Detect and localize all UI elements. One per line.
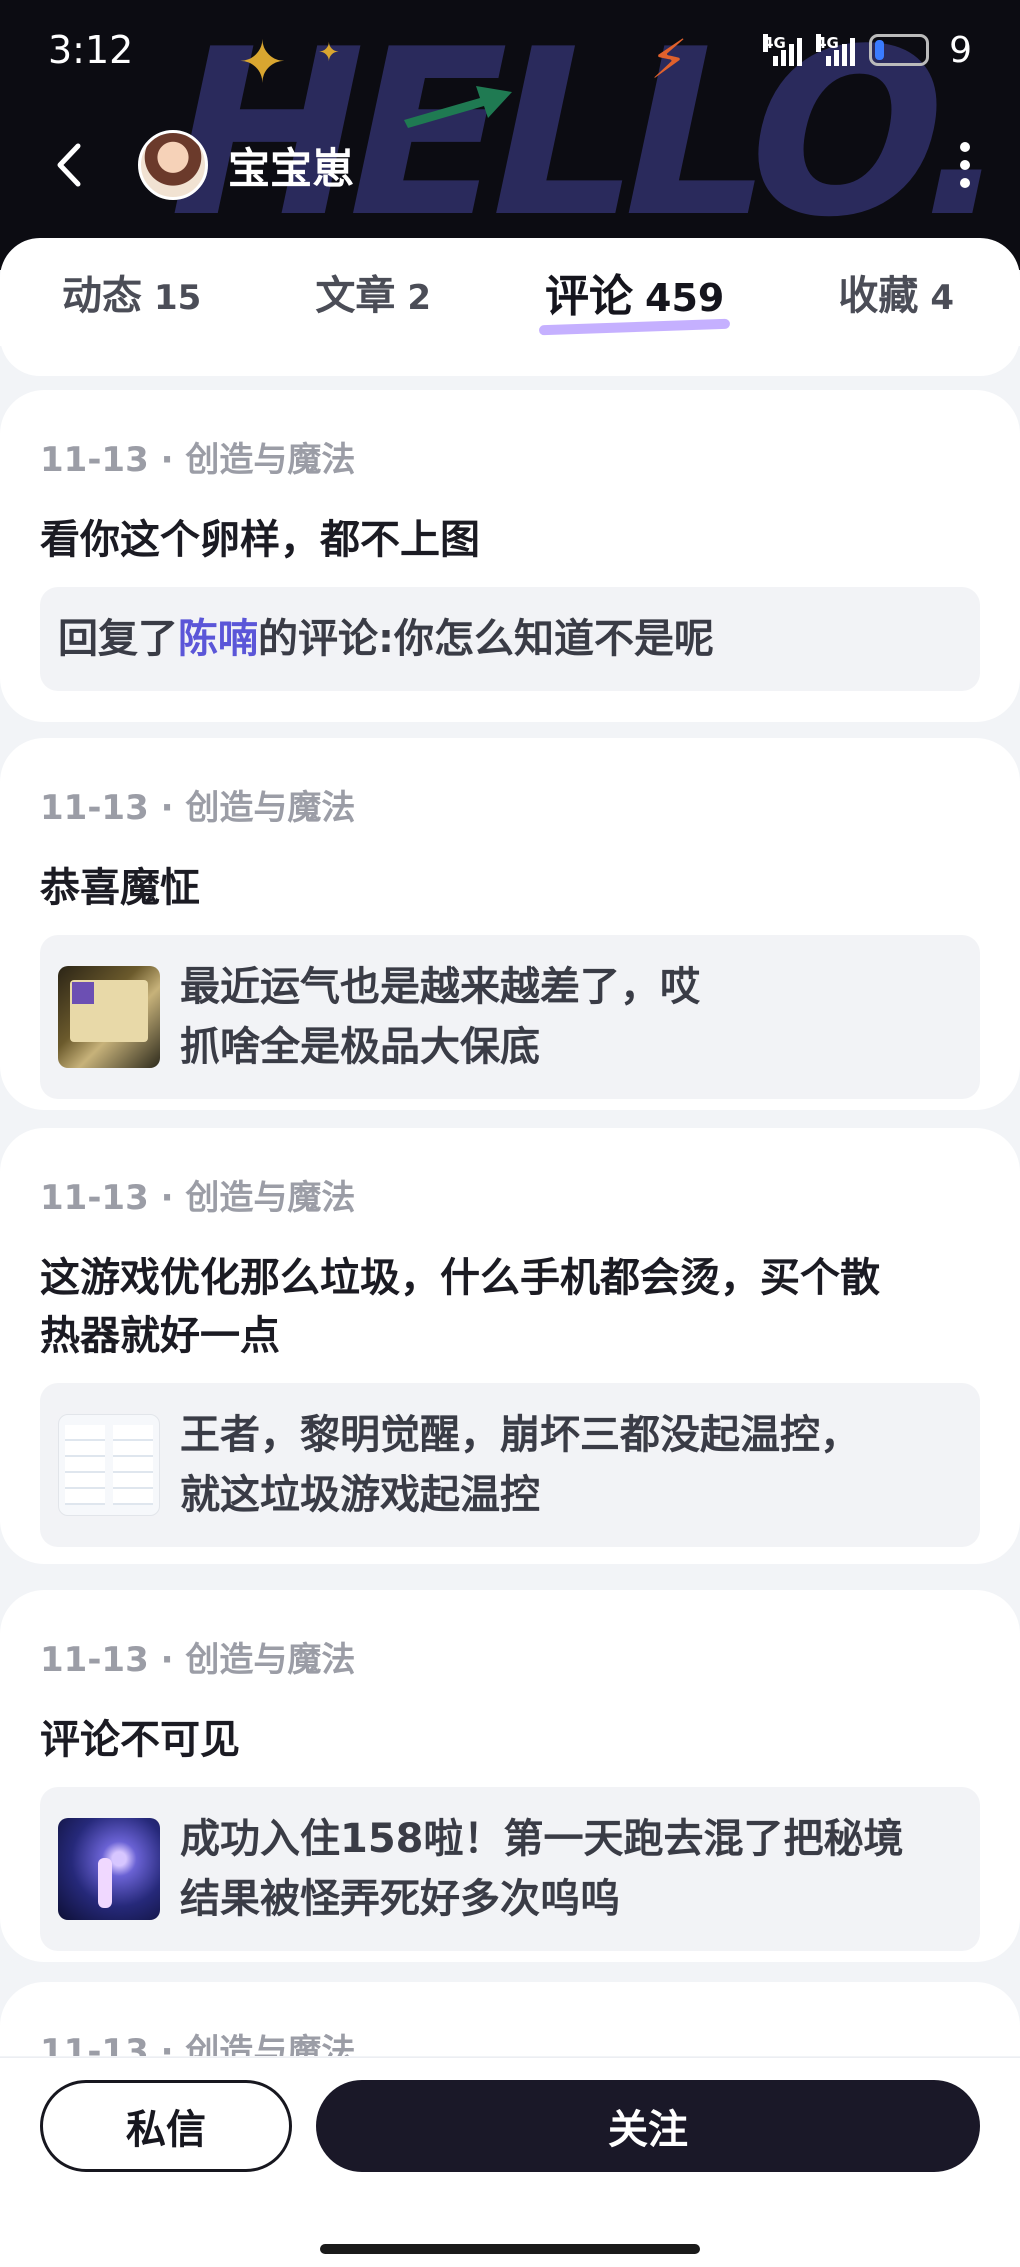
status-time: 3:12 (48, 28, 134, 72)
avatar[interactable] (138, 130, 208, 200)
comment-meta: 11-13 · 创造与魔法 (40, 788, 356, 828)
user-link[interactable]: 陈喃 (178, 616, 258, 662)
tab-dynamics[interactable]: 动态 15 (62, 263, 201, 321)
comment-text: 看你这个卵样，都不上图 (40, 517, 480, 563)
comment-meta: 11-13 · 创造与魔法 (40, 1640, 356, 1680)
message-button[interactable]: 私信 (40, 2080, 292, 2172)
post-thumbnail (58, 966, 160, 1068)
follow-button[interactable]: 关注 (316, 2080, 980, 2172)
list-item[interactable]: 11-13 · 创造与魔法 恭喜魔怔 最近运气也是越来越差了，哎 抓啥全是极品大… (0, 738, 1020, 1110)
comment-meta: 11-13 · 创造与魔法 (40, 440, 356, 480)
quoted-post[interactable]: 最近运气也是越来越差了，哎 抓啥全是极品大保底 (40, 935, 980, 1099)
comment-meta: 11-13 · 创造与魔法 (40, 2032, 356, 2056)
list-item[interactable]: 11-13 · 创造与魔法 (0, 1982, 1020, 2056)
tab-articles[interactable]: 文章 2 (315, 263, 431, 321)
cellular-signal-icon: 4G (816, 34, 856, 66)
battery-icon (869, 34, 930, 66)
more-options-icon[interactable] (960, 142, 970, 188)
list-item (0, 346, 1020, 376)
username: 宝宝崽 (228, 143, 355, 193)
tab-comments[interactable]: 评论 459 (545, 260, 724, 324)
profile-tabs: 动态 15 文章 2 评论 459 收藏 4 (0, 238, 1020, 346)
comment-list: 11-13 · 创造与魔法 看你这个卵样，都不上图 回复了陈喃的评论:你怎么知道… (0, 346, 1020, 2056)
quoted-reply[interactable]: 回复了陈喃的评论:你怎么知道不是呢 (40, 587, 980, 691)
comment-text: 评论不可见 (40, 1717, 240, 1763)
tab-favorites[interactable]: 收藏 4 (838, 263, 954, 321)
comment-text: 恭喜魔怔 (40, 865, 200, 911)
cellular-signal-icon: 4G (763, 34, 803, 66)
status-icons: 4G 4G 9 (763, 30, 972, 71)
home-indicator[interactable] (320, 2244, 700, 2254)
list-item[interactable]: 11-13 · 创造与魔法 看你这个卵样，都不上图 回复了陈喃的评论:你怎么知道… (0, 390, 1020, 722)
post-thumbnail (58, 1818, 160, 1920)
comment-meta: 11-13 · 创造与魔法 (40, 1178, 356, 1218)
quoted-post[interactable]: 成功入住158啦！第一天跑去混了把秘境 结果被怪弄死好多次呜呜 (40, 1787, 980, 1951)
bottom-action-bar: 私信 关注 (0, 2057, 1020, 2267)
back-arrow-icon[interactable] (50, 140, 90, 190)
list-item[interactable]: 11-13 · 创造与魔法 评论不可见 成功入住158啦！第一天跑去混了把秘境 … (0, 1590, 1020, 1962)
quoted-post[interactable]: 王者，黎明觉醒，崩坏三都没起温控， 就这垃圾游戏起温控 (40, 1383, 980, 1547)
nav-bar: 宝宝崽 (0, 120, 1020, 210)
status-bar: 3:12 4G 4G 9 (0, 0, 1020, 100)
profile-header: HELLO. ✦ ✦ ⚡ 3:12 4G 4G 9 宝宝崽 (0, 0, 1020, 270)
list-item[interactable]: 11-13 · 创造与魔法 这游戏优化那么垃圾，什么手机都会烫，买个散 热器就好… (0, 1128, 1020, 1564)
post-thumbnail (58, 1414, 160, 1516)
comment-text: 这游戏优化那么垃圾，什么手机都会烫，买个散 热器就好一点 (40, 1255, 880, 1359)
battery-level: 9 (949, 29, 972, 71)
